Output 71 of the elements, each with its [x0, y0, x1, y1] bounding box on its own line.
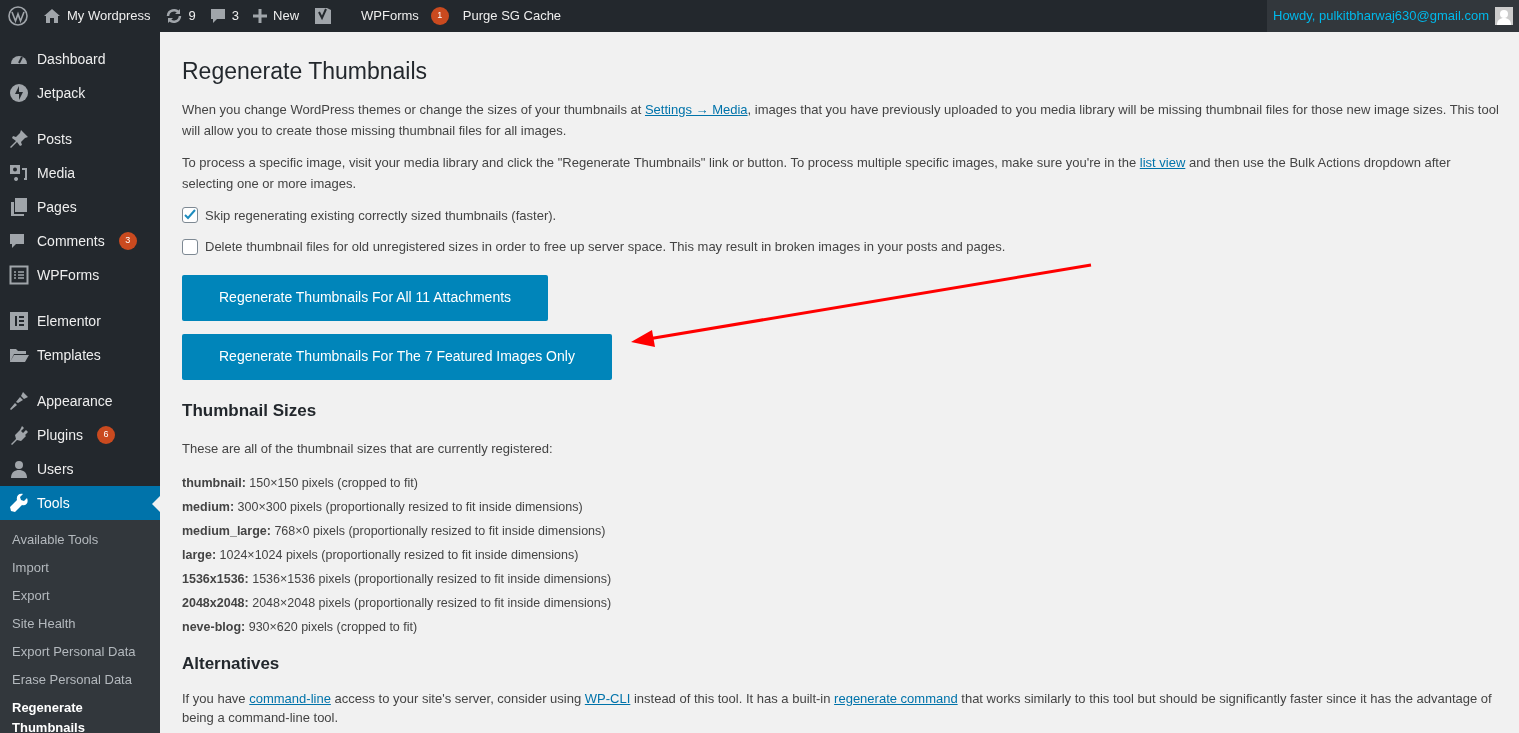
sidebar-menu-item[interactable]: Comments 3 — [0, 224, 160, 258]
link[interactable]: command-line — [249, 691, 331, 706]
size-entry: large: 1024×1024 pixels (proportionally resized to fit inside dimensions) — [182, 546, 580, 564]
user-icon — [9, 459, 29, 479]
sidebar-menu-item[interactable]: Elementor — [0, 304, 160, 338]
size-entry: neve-blog: 930×620 pixels (cropped to fit) — [182, 618, 419, 636]
sidebar-menu-item[interactable]: WPForms — [0, 258, 160, 292]
sidebar-menu-item[interactable]: Media — [0, 156, 160, 190]
link[interactable]: regenerate command — [834, 691, 958, 706]
updates-link[interactable]: 9 — [157, 0, 203, 32]
regenerate-button[interactable]: Regenerate Thumbnails For The 7 Featured Images Only — [182, 333, 612, 380]
sidebar-menu-item[interactable]: Tools — [0, 486, 160, 520]
section-heading: Alternatives — [182, 652, 281, 675]
brush-icon — [9, 391, 29, 411]
submenu-item[interactable]: Export Personal Data — [0, 638, 160, 666]
home-icon — [43, 8, 61, 24]
wpforms-link[interactable]: WPForms 1 — [354, 0, 456, 32]
plug-icon — [9, 425, 29, 445]
sidebar-menu-item[interactable]: Dashboard — [0, 42, 160, 76]
size-entry: medium: 300×300 pixels (proportionally resized to fit inside dimensions) — [182, 498, 584, 516]
paragraph: If you have command-line access to your site's server, consider using WP-CLI instead of this tool. It has a built-in regenerate command that works similarly to this tool but should be significantly faster since it has the advantage of being a command-line tool. — [182, 690, 1493, 727]
submenu-item[interactable]: Erase Personal Data — [0, 666, 160, 694]
pin-icon — [9, 129, 29, 149]
page-title: Regenerate Thumbnails — [182, 57, 429, 86]
checkbox[interactable] — [182, 207, 198, 224]
sidebar-menu-item[interactable]: Appearance — [0, 384, 160, 418]
pages-icon — [9, 197, 29, 217]
form-icon — [9, 265, 29, 285]
submenu-item[interactable]: Available Tools — [0, 526, 160, 554]
paragraph: To process a specific image, visit your media library and click the "Regenerate Thumbnails" link or button. To process multiple specific images, make sure you're in the list view and then use the Bulk Actions dropdown after selecting one or more images. — [182, 153, 1452, 193]
size-entry: 2048x2048: 2048×2048 pixels (proportionally resized to fit inside dimensions) — [182, 594, 613, 612]
count-badge: 1 — [430, 7, 449, 25]
account-link[interactable]: Howdy, pulkitbharwaj630@gmail.com — [1267, 0, 1519, 32]
site-name-link[interactable]: My Wordpress — [36, 0, 158, 32]
menu-pointer-icon — [152, 496, 160, 512]
link[interactable]: WP-CLI — [584, 691, 631, 706]
media-icon — [9, 163, 29, 183]
sidebar-menu-item[interactable]: Pages — [0, 190, 160, 224]
submenu-item[interactable]: Export — [0, 582, 160, 610]
comments-link[interactable]: 3 — [202, 0, 247, 32]
elementor-icon — [9, 311, 29, 331]
submenu-item[interactable]: Import — [0, 554, 160, 582]
count-badge: 3 — [118, 232, 137, 250]
link[interactable]: Settings → Media — [644, 101, 748, 117]
sidebar-menu-item[interactable]: Plugins 6 — [0, 418, 160, 452]
sidebar-menu-item[interactable]: Jetpack — [0, 76, 160, 110]
count-badge: 6 — [96, 426, 115, 444]
submenu-item[interactable]: Site Health — [0, 610, 160, 638]
refresh-icon — [164, 7, 183, 25]
plus-icon — [253, 9, 268, 23]
paragraph: These are all of the thumbnail sizes that are currently registered: — [182, 440, 554, 458]
section-heading: Thumbnail Sizes — [182, 399, 318, 422]
wrench-icon — [9, 493, 29, 513]
checkbox-label: Skip regenerating existing correctly sized thumbnails (faster). — [205, 206, 557, 225]
wordpress-logo-icon — [8, 6, 28, 26]
purge-cache-link[interactable]: Purge SG Cache — [455, 0, 569, 32]
size-entry: medium_large: 768×0 pixels (proportionally resized to fit inside dimensions) — [182, 522, 607, 540]
new-content-link[interactable]: New — [246, 0, 307, 32]
paragraph: When you change WordPress themes or change the sizes of your thumbnails at Settings → Media, images that you have previously uploaded to you media library will be missing thumbnail files for those new image sizes. This tool will allow you to create those missing thumbnail files for all images. — [182, 100, 1500, 140]
sidebar-menu-item[interactable]: Templates — [0, 338, 160, 372]
avatar-icon — [1495, 7, 1513, 25]
sidebar-menu-item[interactable]: Users — [0, 452, 160, 486]
size-entry: thumbnail: 150×150 pixels (cropped to fit) — [182, 474, 419, 492]
size-entry: 1536x1536: 1536×1536 pixels (proportionally resized to fit inside dimensions) — [182, 570, 613, 588]
comment-icon — [209, 8, 226, 24]
link[interactable]: list view — [1139, 154, 1186, 170]
regenerate-button[interactable]: Regenerate Thumbnails For All 11 Attachments — [182, 274, 549, 321]
submenu-item[interactable]: Regenerate Thumbnails — [0, 694, 160, 733]
checkbox-label: Delete thumbnail files for old unregistered sizes in order to free up server space. This may result in broken images in your posts and pages. — [205, 238, 1006, 256]
sidebar-menu-item[interactable]: Posts — [0, 122, 160, 156]
checkbox[interactable] — [182, 238, 198, 255]
